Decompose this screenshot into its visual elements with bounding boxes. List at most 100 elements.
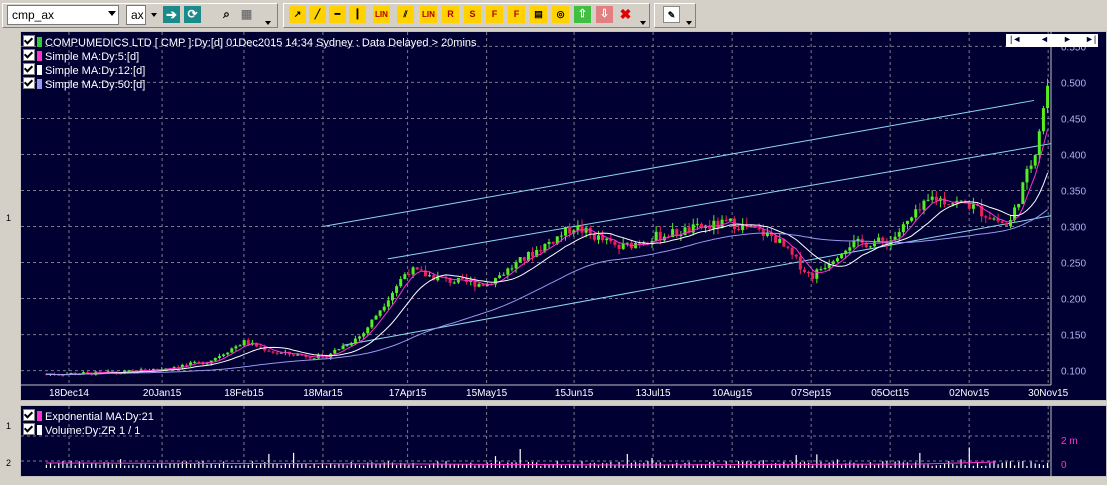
volume-bar xyxy=(721,465,723,468)
x-tick-label: 07Sep15 xyxy=(791,388,831,399)
candle-body xyxy=(559,235,563,237)
cycle-button[interactable]: ◎ xyxy=(552,6,569,23)
legend-item-ma5[interactable]: Simple MA:Dy:5:[d] xyxy=(23,49,139,63)
volume-bar xyxy=(593,462,595,468)
candle-body xyxy=(242,340,246,346)
volume-bar xyxy=(371,462,373,468)
checkbox-icon[interactable] xyxy=(23,49,35,61)
go-forward-button[interactable]: ➔ xyxy=(163,6,180,23)
symbol-combo-value: cmp_ax xyxy=(12,8,55,22)
legend-item-ma50[interactable]: Simple MA:Dy:50:[d] xyxy=(23,77,146,91)
pen-tool-icon[interactable]: ✎ xyxy=(663,6,680,23)
arrow-up-icon[interactable]: ⇧ xyxy=(574,6,591,23)
draw-lin-channel-button[interactable]: LIN xyxy=(420,6,437,23)
volume-bar xyxy=(181,461,183,468)
draw-s-button[interactable]: S xyxy=(464,6,481,23)
volume-chart-panel[interactable]: 2 m 0 Exponential MA:Dy:21 Volume:Dy:ZR … xyxy=(20,405,1107,477)
nav-next-button[interactable]: ► xyxy=(1063,34,1072,44)
candle-body xyxy=(246,340,250,345)
checkbox-icon[interactable] xyxy=(23,409,35,421)
volume-bar xyxy=(915,462,917,468)
legend-label: Simple MA:Dy:12:[d] xyxy=(45,65,146,77)
candle-body xyxy=(868,246,872,248)
candle-body xyxy=(1046,85,1050,109)
top-pane-number: 1 xyxy=(6,213,12,223)
volume-bar xyxy=(325,465,328,468)
draw-hline-button[interactable]: ━ xyxy=(329,6,346,23)
volume-bar xyxy=(45,464,47,468)
candle-body xyxy=(852,240,856,248)
checkbox-icon[interactable] xyxy=(23,423,35,435)
legend-swatch xyxy=(37,37,42,47)
exchange-combo[interactable]: ax xyxy=(126,5,146,25)
nav-first-button[interactable]: |◄ xyxy=(1010,34,1021,44)
y-tick-label: 0.350 xyxy=(1061,186,1086,197)
volume-bar xyxy=(148,465,150,468)
legend-item-price[interactable]: COMPUMEDICS LTD [ CMP ]:Dy:[d] 01Dec2015… xyxy=(23,35,477,49)
candle-body xyxy=(531,251,535,257)
volume-bar xyxy=(284,463,286,468)
volume-bar xyxy=(985,465,987,468)
volume-bar xyxy=(816,454,818,468)
volume-bar xyxy=(395,465,398,468)
candle-body xyxy=(934,196,938,201)
print-icon[interactable]: ▦ xyxy=(238,6,255,23)
checkbox-icon[interactable] xyxy=(23,63,35,75)
draw-fr-button[interactable]: F xyxy=(508,6,525,23)
volume-bar xyxy=(939,465,942,468)
draw-r-button[interactable]: R xyxy=(442,6,459,23)
delete-drawing-icon[interactable]: ✖ xyxy=(617,6,634,23)
symbol-combo[interactable]: cmp_ax xyxy=(7,5,119,25)
candle-body xyxy=(621,243,625,249)
volume-bar xyxy=(408,464,410,468)
toolbar-group-dropdown-icon[interactable] xyxy=(265,21,271,25)
toolbar-drawing-dropdown-icon[interactable] xyxy=(640,21,646,25)
toolbar-misc-dropdown-icon[interactable] xyxy=(686,21,692,25)
volume-bar xyxy=(165,465,167,468)
legend-item-ema21[interactable]: Exponential MA:Dy:21 xyxy=(23,409,154,423)
bottom-pane-number-2: 2 xyxy=(6,458,12,468)
legend-item-volume[interactable]: Volume:Dy:ZR 1 / 1 xyxy=(23,423,140,437)
legend-swatch xyxy=(37,79,42,89)
candle-body xyxy=(275,352,279,354)
volume-bar xyxy=(66,463,68,468)
volume-bar xyxy=(264,462,266,468)
volume-bar xyxy=(931,465,933,468)
legend-label: Simple MA:Dy:50:[d] xyxy=(45,79,146,91)
volume-bar xyxy=(317,465,319,468)
draw-lin-button[interactable]: LIN xyxy=(373,6,390,23)
draw-parallel-button[interactable]: ⫽ xyxy=(397,6,414,23)
candle-body xyxy=(411,267,415,275)
draw-cursor-button[interactable]: ↗ xyxy=(289,6,306,23)
exchange-dropdown-arrow-icon[interactable] xyxy=(151,13,157,17)
volume-bar xyxy=(766,465,768,468)
draw-vline-button[interactable]: ┃ xyxy=(349,6,366,23)
nav-prev-button[interactable]: ◄ xyxy=(1040,34,1049,44)
candle-body xyxy=(205,363,209,365)
volume-bar xyxy=(507,462,509,468)
text-note-button[interactable]: ▤ xyxy=(530,6,547,23)
x-tick-label: 18Feb15 xyxy=(224,388,264,399)
volume-bar xyxy=(754,465,756,468)
volume-bar xyxy=(441,464,443,468)
candle-body xyxy=(267,350,271,352)
draw-f-button[interactable]: F xyxy=(486,6,503,23)
volume-bar xyxy=(812,465,814,468)
refresh-button[interactable]: ⟳ xyxy=(184,6,201,23)
price-chart-panel[interactable]: 0.550 0.500 0.450 0.400 0.350 0.300 0.250 0.200… xyxy=(20,31,1107,401)
volume-bar xyxy=(54,465,56,468)
legend-item-ma12[interactable]: Simple MA:Dy:12:[d] xyxy=(23,63,146,77)
volume-bar xyxy=(733,465,736,468)
candle-body xyxy=(452,282,456,284)
checkbox-icon[interactable] xyxy=(23,35,35,47)
binoculars-icon[interactable]: ⌕ xyxy=(218,6,235,23)
arrow-down-icon[interactable]: ⇩ xyxy=(596,6,613,23)
candle-body xyxy=(992,218,996,220)
candle-body xyxy=(905,220,909,225)
candle-body xyxy=(774,235,778,243)
candle-body xyxy=(658,231,662,241)
checkbox-icon[interactable] xyxy=(23,77,35,89)
nav-last-button[interactable]: ►| xyxy=(1085,34,1096,44)
volume-bar xyxy=(95,463,97,468)
draw-line-button[interactable]: ╱ xyxy=(309,6,326,23)
